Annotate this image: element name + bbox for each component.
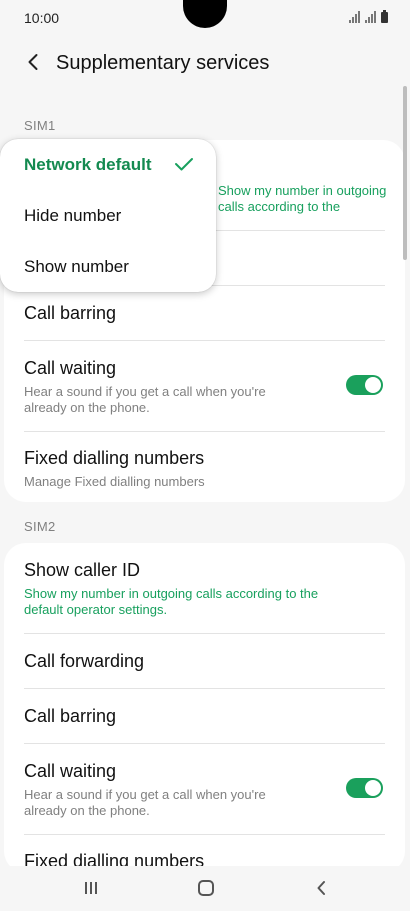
sim1-fixed-dialling-title: Fixed dialling numbers [24, 448, 205, 468]
sim1-fixed-dialling-row[interactable]: Fixed dialling numbers Manage Fixed dial… [4, 432, 405, 502]
signal-icon-sim1 [349, 11, 360, 23]
sim2-show-caller-id-subtitle: Show my number in outgoing calls accordi… [24, 586, 319, 617]
sim1-call-waiting-toggle[interactable] [346, 375, 383, 395]
back-nav-button[interactable] [306, 876, 336, 900]
signal-icon-sim2 [365, 11, 376, 23]
sim2-call-waiting-row[interactable]: Call waiting Hear a sound if you get a c… [4, 744, 405, 834]
menu-option-network-default[interactable]: Network default [24, 155, 152, 175]
back-button[interactable] [20, 49, 46, 75]
check-icon [175, 158, 193, 171]
page-title: Supplementary services [56, 52, 270, 74]
sim2-call-barring-label: Call barring [24, 706, 117, 726]
sim2-card: Show caller ID Show my number in outgoin… [4, 543, 405, 873]
scrollbar[interactable] [403, 86, 407, 260]
home-icon [198, 880, 214, 896]
sim1-call-waiting-title: Call waiting [24, 358, 117, 378]
sim2-show-caller-id-row[interactable]: Show caller ID Show my number in outgoin… [4, 543, 405, 633]
caller-id-options-menu: Network default Hide number Show number [0, 139, 216, 292]
section-label-sim1: SIM1 [24, 118, 56, 133]
sim2-call-forwarding-row[interactable]: Call forwarding [4, 634, 405, 688]
sim1-fixed-dialling-subtitle: Manage Fixed dialling numbers [24, 474, 205, 489]
chevron-left-icon [28, 54, 38, 70]
status-bar: 10:00 [0, 0, 410, 36]
sim2-show-caller-id-title: Show caller ID [24, 560, 141, 580]
sim2-call-barring-row[interactable]: Call barring [4, 689, 405, 743]
sim2-call-waiting-title: Call waiting [24, 761, 117, 781]
sim1-call-barring-row[interactable]: Call barring [4, 286, 405, 340]
battery-icon [381, 10, 388, 23]
sim2-call-waiting-subtitle: Hear a sound if you get a call when you'… [24, 787, 266, 818]
sim2-call-forwarding-label: Call forwarding [24, 651, 145, 671]
navigation-bar [0, 866, 410, 911]
sim1-show-caller-id-subtitle: Show my number in outgoing calls accordi… [218, 183, 387, 214]
camera-notch [183, 0, 227, 28]
app-bar: Supplementary services [0, 40, 410, 86]
status-time: 10:00 [24, 10, 60, 26]
sim1-call-waiting-subtitle: Hear a sound if you get a call when you'… [24, 384, 266, 415]
section-label-sim2: SIM2 [24, 519, 56, 534]
sim1-call-waiting-row[interactable]: Call waiting Hear a sound if you get a c… [4, 341, 405, 431]
status-icons [349, 10, 388, 23]
sim1-call-barring-label: Call barring [24, 303, 117, 323]
sim2-call-waiting-toggle[interactable] [346, 778, 383, 798]
recent-apps-icon [85, 882, 97, 894]
recent-apps-button[interactable] [76, 876, 106, 900]
menu-option-show-number[interactable]: Show number [24, 257, 129, 277]
home-button[interactable] [191, 876, 221, 900]
chevron-left-icon [317, 881, 325, 895]
menu-option-hide-number[interactable]: Hide number [24, 206, 121, 226]
